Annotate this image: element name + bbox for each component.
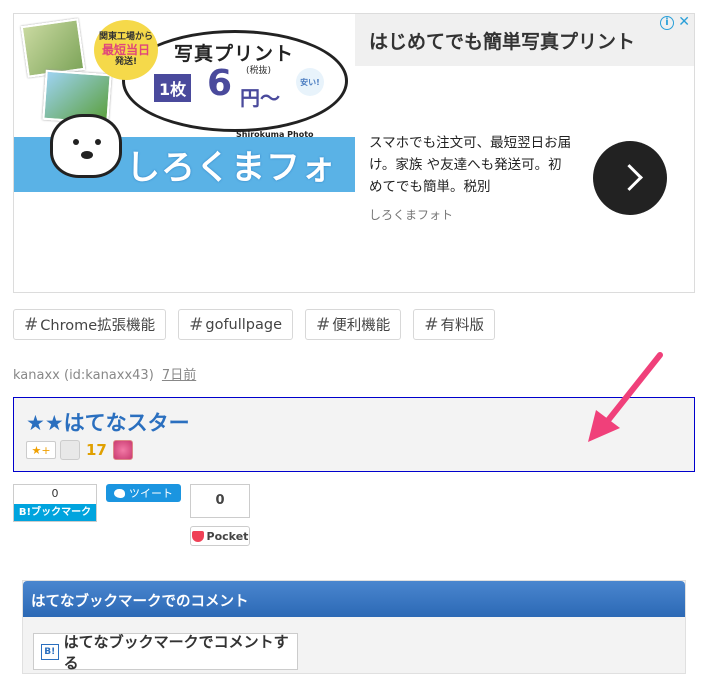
hash-icon: # [424, 314, 439, 335]
hatena-bookmark-button[interactable]: 0 B!ブックマーク [13, 484, 97, 522]
twitter-bird-icon [114, 488, 125, 498]
ad-headline-text: はじめてでも簡単写真プリント [369, 31, 636, 53]
bookmark-comment-label: はてなブックマークでコメントする [63, 632, 289, 672]
hatena-bookmark-label: B!ブックマーク [14, 504, 96, 521]
tag-gofullpage[interactable]: # gofullpage [178, 309, 294, 340]
star-count[interactable]: 17 [86, 441, 107, 459]
ad-badge-line: 発送! [114, 57, 138, 68]
ad-banner-image[interactable]: 関東工場から 最短当日 発送! 写真プリント 1枚 6 (税抜) 円〜 安い! … [14, 14, 355, 192]
tag-label: 有料版 [440, 318, 485, 334]
entry-date-link[interactable]: 7日前 [162, 368, 196, 383]
hash-icon: # [24, 314, 39, 335]
author-name: kanaxx (id:kanaxx43) [13, 368, 154, 383]
ad-advertiser-name[interactable]: しろくまフォト [369, 206, 453, 223]
tag-label: 便利機能 [332, 318, 391, 334]
ad-count-label: 1枚 [154, 74, 192, 102]
ad-yen-label: 円〜 [240, 86, 280, 110]
arrow-annotation-icon [588, 352, 663, 442]
advertisement[interactable]: 関東工場から 最短当日 発送! 写真プリント 1枚 6 (税抜) 円〜 安い! … [13, 13, 695, 293]
pocket-icon [191, 530, 204, 542]
comments-header: はてなブックマークでのコメント [23, 581, 685, 617]
bookmark-comments-section: はてなブックマークでのコメント B! はてなブックマークでコメントする [22, 580, 686, 674]
ad-brand-subtitle: Shirokuma Photo [236, 130, 314, 139]
hatena-star-row: ★+ 17 [26, 440, 133, 460]
hatena-bookmark-count: 0 [51, 487, 59, 500]
star-user-avatar[interactable] [60, 440, 80, 460]
ad-cheap-badge: 安い! [296, 68, 324, 96]
ad-price: 6 [207, 63, 233, 104]
tag-label: gofullpage [205, 316, 283, 333]
hash-icon: # [316, 314, 331, 335]
tag-list: # Chrome拡張機能 # gofullpage # 便利機能 # 有料版 [13, 309, 496, 340]
tag-useful-features[interactable]: # 便利機能 [305, 309, 402, 340]
tweet-button[interactable]: ツイート [106, 484, 181, 502]
tweet-label: ツイート [129, 487, 173, 500]
chevron-right-icon[interactable] [593, 141, 667, 215]
ad-badge-highlight: 最短当日 [101, 42, 150, 57]
ad-badge-line: 関東工場から [98, 32, 153, 42]
ad-bubble-title: 写真プリント [174, 43, 295, 65]
close-icon[interactable]: ✕ [678, 14, 690, 30]
pocket-count: 0 [190, 484, 250, 518]
ad-tax-note: (税抜) [246, 66, 272, 76]
pocket-button[interactable]: Pocket [190, 526, 250, 546]
entry-meta: kanaxx (id:kanaxx43) 7日前 [13, 364, 196, 383]
ad-description[interactable]: スマホでも注文可、最短翌日お届け。家族 や友達へも発送可。初めてでも簡単。税別 [369, 132, 574, 198]
pocket-label: Pocket [206, 529, 249, 543]
hatena-bookmark-icon: B! [41, 643, 59, 660]
star-user-avatar[interactable] [112, 440, 133, 460]
bookmark-comment-button[interactable]: B! はてなブックマークでコメントする [33, 632, 298, 672]
add-star-button[interactable]: ★+ [26, 441, 56, 459]
tag-paid-version[interactable]: # 有料版 [413, 309, 496, 340]
ad-photo-thumbnail [20, 18, 86, 78]
tag-label: Chrome拡張機能 [40, 318, 156, 334]
polar-bear-icon [50, 114, 122, 178]
ad-headline[interactable]: はじめてでも簡単写真プリント i ✕ [355, 14, 694, 66]
hash-icon: # [189, 314, 204, 335]
info-icon[interactable]: i [660, 16, 674, 30]
ad-brand-logo: しろくまフォト [126, 148, 336, 188]
hatena-star-title: ★★はてなスター [26, 411, 190, 435]
ad-delivery-badge: 関東工場から 最短当日 発送! [94, 20, 158, 80]
tag-chrome-extension[interactable]: # Chrome拡張機能 [13, 309, 167, 340]
